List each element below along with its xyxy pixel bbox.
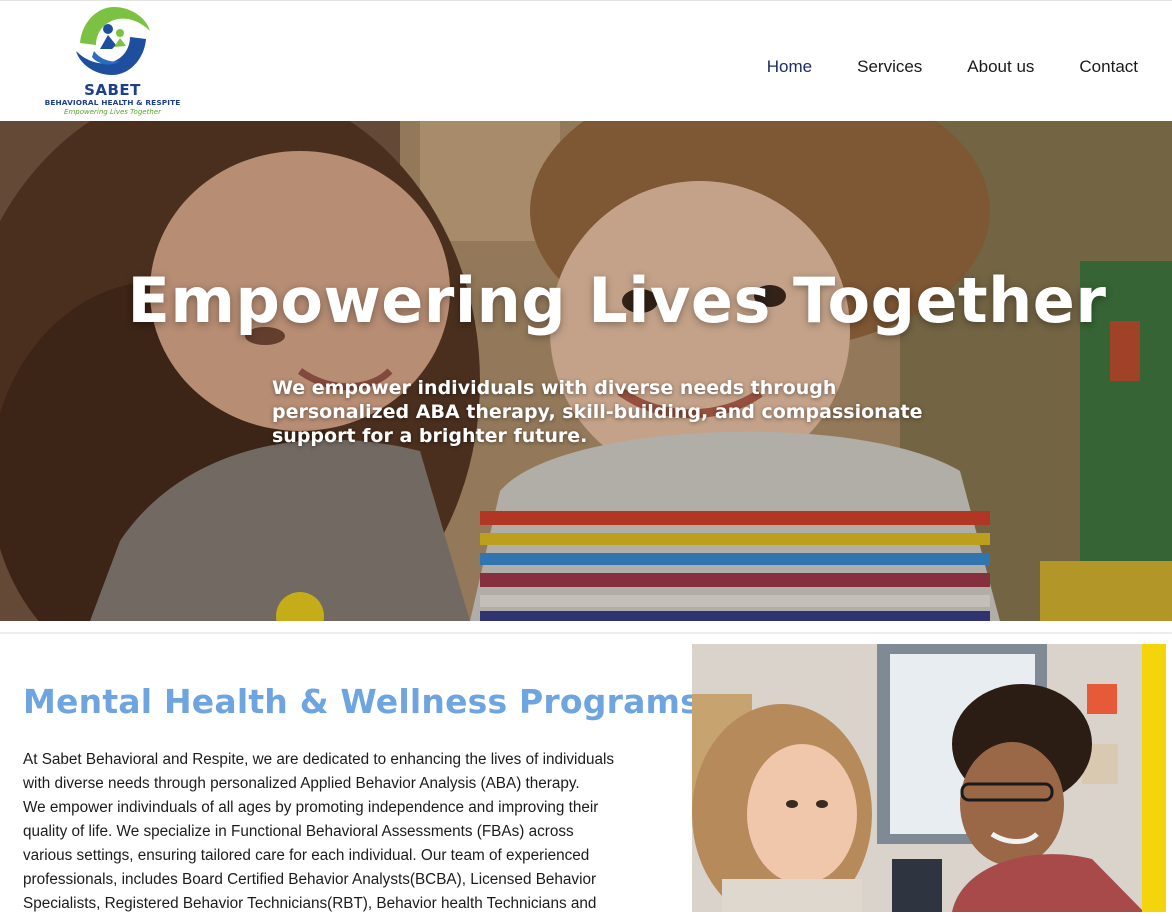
nav-contact[interactable]: Contact <box>1079 57 1138 77</box>
hero-overlay <box>0 121 1172 621</box>
programs-description: At Sabet Behavioral and Respite, we are … <box>23 748 623 916</box>
section-divider <box>0 632 1172 634</box>
programs-paragraph-2: We empower indivinduals of all ages by p… <box>23 799 599 912</box>
programs-title: Mental Health & Wellness Programs <box>23 682 700 721</box>
site-logo[interactable]: SABET BEHAVIORAL HEALTH & RESPITE Empowe… <box>40 1 185 119</box>
hero-section: Empowering Lives Together We empower ind… <box>0 121 1172 621</box>
nav-about-us[interactable]: About us <box>967 57 1034 77</box>
logo-brand-name: SABET <box>84 81 141 99</box>
logo-tagline: Empowering Lives Together <box>64 108 161 116</box>
logo-brand-subtitle: BEHAVIORAL HEALTH & RESPITE <box>44 98 181 107</box>
hands-logo-icon <box>76 7 150 75</box>
nav-home[interactable]: Home <box>767 57 812 77</box>
site-header: SABET BEHAVIORAL HEALTH & RESPITE Empowe… <box>0 1 1172 121</box>
programs-paragraph-1: At Sabet Behavioral and Respite, we are … <box>23 751 615 792</box>
main-nav: Home Services About us Contact <box>767 57 1138 77</box>
hero-title: Empowering Lives Together <box>127 264 1107 337</box>
accent-bar <box>1142 644 1166 912</box>
nav-services[interactable]: Services <box>857 57 922 77</box>
hero-subtitle: We empower individuals with diverse need… <box>272 377 923 447</box>
programs-photo-teen-and-therapist <box>692 644 1144 912</box>
